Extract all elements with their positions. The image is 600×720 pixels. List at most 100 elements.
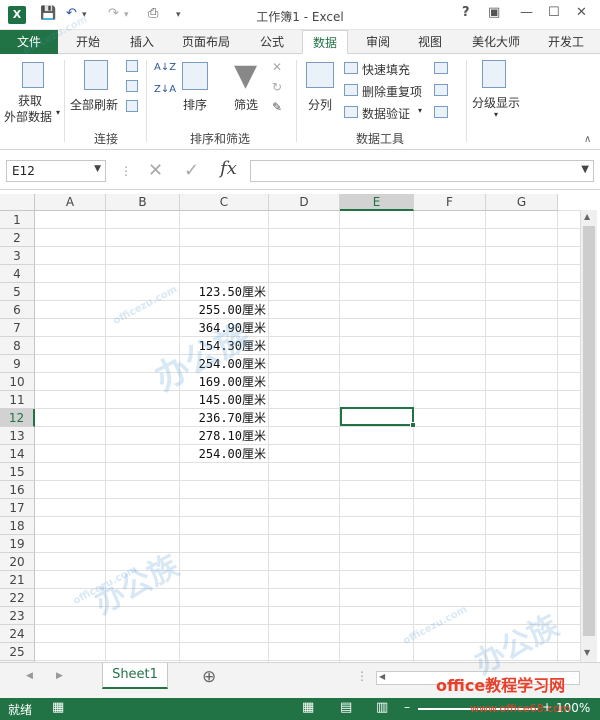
collapse-ribbon-icon[interactable]: ∧ — [584, 134, 591, 145]
help-button[interactable]: ? — [462, 5, 470, 20]
tab-file[interactable]: 文件 — [0, 30, 58, 54]
scroll-thumb[interactable] — [583, 226, 595, 636]
row-header-17[interactable]: 17 — [0, 499, 35, 517]
page-break-view-icon[interactable]: ▥ — [376, 700, 388, 715]
worksheet-grid[interactable]: ABCDEFG 1 2 3 4 5 6 7 8 9 10 11 12 13 14 15 16 17 18 19 20 2… — [0, 190, 600, 679]
close-button[interactable]: ✕ — [576, 5, 587, 20]
row-header-11[interactable]: 11 — [0, 391, 35, 409]
cell-c8[interactable]: 154.30厘米 — [180, 337, 268, 355]
name-box[interactable]: E12 ▼ — [6, 160, 106, 182]
row-header-1[interactable]: 1 — [0, 211, 35, 229]
row-header-2[interactable]: 2 — [0, 229, 35, 247]
tab-home[interactable]: 开始 — [76, 30, 100, 54]
row-header-19[interactable]: 19 — [0, 535, 35, 553]
scroll-left-icon[interactable]: ◀ — [379, 672, 385, 681]
column-header-d[interactable]: D — [269, 194, 340, 211]
zoom-out-icon[interactable]: – — [404, 700, 410, 714]
column-header-e[interactable]: E — [340, 194, 414, 211]
sort-ascending-icon[interactable]: A↓Z — [154, 62, 176, 73]
cell-c12[interactable]: 236.70厘米 — [180, 409, 268, 427]
text-to-columns-button[interactable]: 分列 — [308, 96, 332, 113]
properties-icon[interactable] — [126, 80, 138, 92]
cell-c10[interactable]: 169.00厘米 — [180, 373, 268, 391]
flash-fill-button[interactable]: 快速填充 — [362, 61, 410, 78]
enter-icon[interactable]: ✓ — [184, 160, 199, 181]
cell-c5[interactable]: 123.50厘米 — [180, 283, 268, 301]
tab-review[interactable]: 审阅 — [366, 30, 390, 54]
insert-function-icon[interactable]: fx — [220, 158, 237, 179]
advanced-filter-icon[interactable]: ✎ — [272, 100, 282, 114]
clear-filter-icon[interactable]: ✕ — [272, 60, 282, 74]
select-all-corner[interactable] — [0, 194, 35, 211]
row-header-14[interactable]: 14 — [0, 445, 35, 463]
chevron-down-icon[interactable]: ▾ — [494, 110, 498, 119]
fill-handle[interactable] — [410, 422, 416, 428]
new-sheet-button[interactable]: ⊕ — [202, 667, 216, 687]
next-sheet-icon[interactable]: ▶ — [56, 671, 63, 681]
cancel-icon[interactable]: ✕ — [148, 160, 163, 181]
tab-view[interactable]: 视图 — [418, 30, 442, 54]
ribbon-display-options-icon[interactable]: ▣ — [488, 5, 500, 20]
formula-input[interactable]: ▼ — [250, 160, 594, 182]
row-header-12[interactable]: 12 — [0, 409, 35, 427]
tab-developer[interactable]: 开发工 — [548, 30, 584, 54]
prev-sheet-icon[interactable]: ◀ — [26, 671, 33, 681]
active-cell-selection[interactable] — [340, 407, 414, 426]
minimize-button[interactable]: — — [520, 5, 533, 20]
column-header-a[interactable]: A — [35, 194, 106, 211]
get-external-data-line1[interactable]: 获取 — [18, 92, 42, 109]
row-header-3[interactable]: 3 — [0, 247, 35, 265]
cell-c11[interactable]: 145.00厘米 — [180, 391, 268, 409]
filter-button[interactable]: 筛选 — [234, 96, 258, 113]
scroll-down-icon[interactable]: ▼ — [584, 648, 590, 657]
tab-page-layout[interactable]: 页面布局 — [182, 30, 230, 54]
tab-insert[interactable]: 插入 — [130, 30, 154, 54]
chevron-down-icon[interactable]: ▼ — [94, 164, 101, 174]
row-header-8[interactable]: 8 — [0, 337, 35, 355]
row-header-10[interactable]: 10 — [0, 373, 35, 391]
cell-c14[interactable]: 254.00厘米 — [180, 445, 268, 463]
outline-button[interactable]: 分级显示 — [472, 94, 520, 111]
cell-c7[interactable]: 364.90厘米 — [180, 319, 268, 337]
sort-descending-icon[interactable]: Z↓A — [154, 84, 176, 95]
column-header-f[interactable]: F — [414, 194, 486, 211]
macro-record-icon[interactable]: ▦ — [52, 700, 64, 715]
cell-c13[interactable]: 278.10厘米 — [180, 427, 268, 445]
column-header-c[interactable]: C — [180, 194, 269, 211]
row-header-16[interactable]: 16 — [0, 481, 35, 499]
refresh-all-button[interactable]: 全部刷新 — [70, 96, 118, 113]
scroll-up-icon[interactable]: ▲ — [584, 212, 590, 221]
row-header-9[interactable]: 9 — [0, 355, 35, 373]
row-header-22[interactable]: 22 — [0, 589, 35, 607]
tab-data[interactable]: 数据 — [302, 30, 349, 54]
row-header-7[interactable]: 7 — [0, 319, 35, 337]
vertical-scrollbar[interactable]: ▲ ▼ — [580, 210, 597, 662]
cell-c6[interactable]: 255.00厘米 — [180, 301, 268, 319]
restore-button[interactable]: ☐ — [548, 5, 560, 20]
cell-c9[interactable]: 254.00厘米 — [180, 355, 268, 373]
row-header-23[interactable]: 23 — [0, 607, 35, 625]
relationships-icon[interactable] — [434, 106, 448, 118]
row-header-20[interactable]: 20 — [0, 553, 35, 571]
row-header-13[interactable]: 13 — [0, 427, 35, 445]
row-header-4[interactable]: 4 — [0, 265, 35, 283]
column-header-g[interactable]: G — [486, 194, 558, 211]
row-header-18[interactable]: 18 — [0, 517, 35, 535]
column-header-b[interactable]: B — [106, 194, 180, 211]
tab-formulas[interactable]: 公式 — [260, 30, 284, 54]
reapply-filter-icon[interactable]: ↻ — [272, 80, 282, 94]
sheet-tab-sheet1[interactable]: Sheet1 — [102, 663, 168, 689]
normal-view-icon[interactable]: ▦ — [302, 700, 314, 715]
row-header-21[interactable]: 21 — [0, 571, 35, 589]
row-header-24[interactable]: 24 — [0, 625, 35, 643]
page-layout-view-icon[interactable]: ▤ — [340, 700, 352, 715]
what-if-analysis-icon[interactable] — [434, 84, 448, 96]
get-external-data-button[interactable]: 外部数据 — [4, 108, 52, 125]
edit-links-icon[interactable] — [126, 100, 138, 112]
expand-formula-icon[interactable]: ▼ — [581, 164, 589, 175]
chevron-down-icon[interactable]: ▾ — [418, 106, 422, 115]
chevron-down-icon[interactable]: ▾ — [56, 108, 60, 117]
sort-button[interactable]: 排序 — [183, 96, 207, 113]
consolidate-icon[interactable] — [434, 62, 448, 74]
row-header-6[interactable]: 6 — [0, 301, 35, 319]
